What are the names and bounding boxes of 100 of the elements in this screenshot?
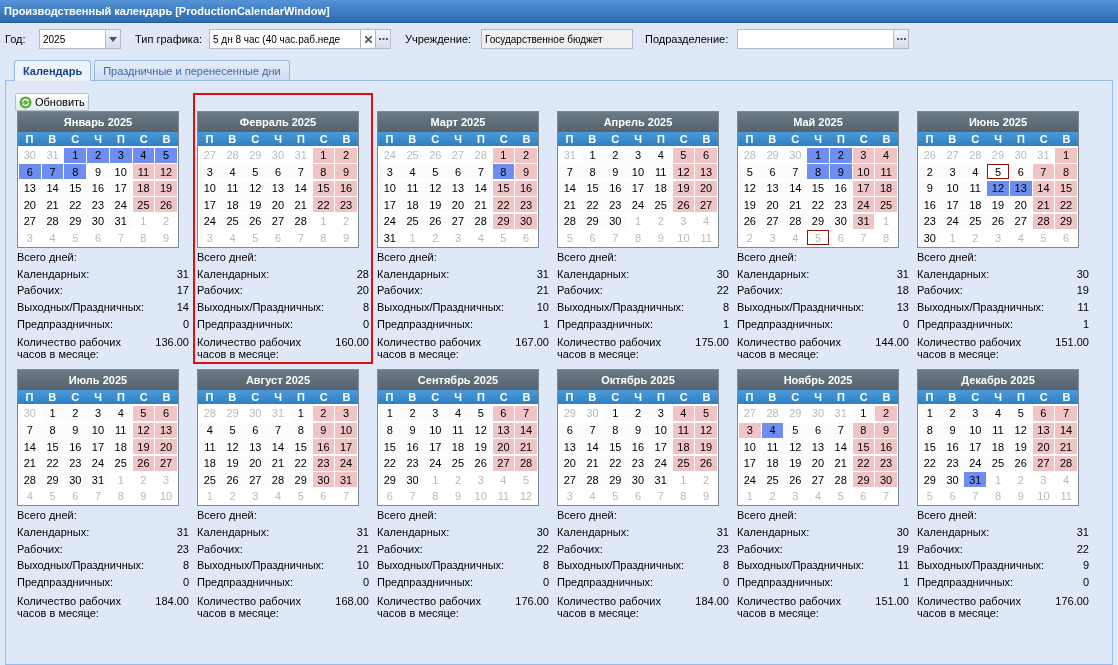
day-cell[interactable]: 4 bbox=[875, 147, 897, 163]
day-cell[interactable]: 20 bbox=[267, 197, 289, 213]
day-cell[interactable]: 29 bbox=[919, 472, 941, 488]
day-cell[interactable]: 22 bbox=[41, 455, 64, 471]
day-cell[interactable]: 17 bbox=[964, 439, 987, 455]
day-cell[interactable]: 6 bbox=[761, 164, 784, 180]
day-cell[interactable]: 6 bbox=[19, 164, 41, 180]
day-cell[interactable]: 17 bbox=[199, 197, 221, 213]
day-cell[interactable]: 15 bbox=[379, 439, 401, 455]
day-cell[interactable]: 28 bbox=[19, 472, 41, 488]
day-cell[interactable]: 15 bbox=[289, 439, 312, 455]
day-cell[interactable]: 31 bbox=[379, 230, 401, 246]
day-cell[interactable]: 20 bbox=[807, 455, 829, 471]
day-cell[interactable]: 16 bbox=[829, 180, 852, 196]
day-cell[interactable]: 26 bbox=[672, 197, 695, 213]
day-cell[interactable]: 10 bbox=[941, 180, 964, 196]
day-cell[interactable]: 21 bbox=[41, 197, 64, 213]
day-cell[interactable]: 18 bbox=[132, 180, 155, 196]
day-cell[interactable]: 12 bbox=[784, 439, 807, 455]
day-cell[interactable]: 12 bbox=[672, 164, 695, 180]
day-cell[interactable]: 31 bbox=[335, 472, 357, 488]
day-cell[interactable]: 8 bbox=[492, 164, 515, 180]
day-cell[interactable]: 3 bbox=[199, 164, 221, 180]
day-cell[interactable]: 3 bbox=[424, 405, 447, 421]
day-cell[interactable]: 17 bbox=[109, 180, 132, 196]
day-cell[interactable]: 14 bbox=[469, 180, 492, 196]
day-cell[interactable]: 5 bbox=[132, 405, 155, 421]
day-cell[interactable]: 15 bbox=[312, 180, 335, 196]
day-cell[interactable]: 17 bbox=[941, 197, 964, 213]
day-cell[interactable]: 25 bbox=[964, 213, 987, 229]
day-cell[interactable]: 17 bbox=[739, 455, 761, 471]
day-cell[interactable]: 12 bbox=[695, 422, 717, 438]
day-cell[interactable]: 11 bbox=[649, 164, 672, 180]
day-cell[interactable]: 15 bbox=[581, 180, 604, 196]
day-cell[interactable]: 3 bbox=[335, 405, 357, 421]
lookup-button[interactable] bbox=[376, 29, 391, 49]
day-cell[interactable]: 18 bbox=[672, 439, 695, 455]
clear-button[interactable] bbox=[361, 29, 376, 49]
day-cell[interactable]: 15 bbox=[492, 180, 515, 196]
day-cell[interactable]: 20 bbox=[559, 455, 581, 471]
day-cell[interactable]: 24 bbox=[109, 197, 132, 213]
day-cell[interactable]: 23 bbox=[829, 197, 852, 213]
day-cell[interactable]: 7 bbox=[784, 164, 807, 180]
day-cell[interactable]: 29 bbox=[379, 472, 401, 488]
day-cell[interactable]: 19 bbox=[132, 439, 155, 455]
day-cell[interactable]: 8 bbox=[581, 164, 604, 180]
day-cell[interactable]: 9 bbox=[515, 164, 537, 180]
day-cell[interactable]: 10 bbox=[87, 422, 109, 438]
day-cell[interactable]: 9 bbox=[335, 164, 357, 180]
day-cell[interactable]: 2 bbox=[401, 405, 424, 421]
day-cell[interactable]: 13 bbox=[761, 180, 784, 196]
day-cell[interactable]: 2 bbox=[604, 147, 627, 163]
day-cell[interactable]: 5 bbox=[672, 147, 695, 163]
day-cell[interactable]: 24 bbox=[199, 213, 221, 229]
day-cell[interactable]: 21 bbox=[289, 197, 312, 213]
day-cell[interactable]: 19 bbox=[424, 197, 447, 213]
day-cell[interactable]: 23 bbox=[919, 213, 941, 229]
day-cell[interactable]: 22 bbox=[1055, 197, 1077, 213]
day-cell[interactable]: 21 bbox=[1032, 197, 1055, 213]
day-cell[interactable]: 20 bbox=[1009, 197, 1032, 213]
day-cell[interactable]: 28 bbox=[41, 213, 64, 229]
day-cell[interactable]: 15 bbox=[852, 439, 875, 455]
day-cell[interactable]: 19 bbox=[672, 180, 695, 196]
day-cell[interactable]: 24 bbox=[379, 213, 401, 229]
day-cell[interactable]: 1 bbox=[289, 405, 312, 421]
day-cell[interactable]: 25 bbox=[109, 455, 132, 471]
day-cell[interactable]: 21 bbox=[469, 197, 492, 213]
day-cell[interactable]: 4 bbox=[761, 422, 784, 438]
day-cell[interactable]: 10 bbox=[739, 439, 761, 455]
day-cell[interactable]: 19 bbox=[155, 180, 177, 196]
day-cell[interactable]: 14 bbox=[829, 439, 852, 455]
day-cell[interactable]: 23 bbox=[312, 455, 335, 471]
day-cell[interactable]: 9 bbox=[941, 422, 964, 438]
day-cell[interactable]: 21 bbox=[19, 455, 41, 471]
day-cell[interactable]: 4 bbox=[672, 405, 695, 421]
day-cell[interactable]: 27 bbox=[155, 455, 177, 471]
day-cell[interactable]: 22 bbox=[807, 197, 829, 213]
day-cell[interactable]: 14 bbox=[1032, 180, 1055, 196]
day-cell[interactable]: 30 bbox=[515, 213, 537, 229]
day-cell[interactable]: 1 bbox=[379, 405, 401, 421]
day-cell[interactable]: 4 bbox=[964, 164, 987, 180]
day-cell[interactable]: 5 bbox=[221, 422, 244, 438]
day-cell[interactable]: 26 bbox=[1009, 455, 1032, 471]
day-cell[interactable]: 9 bbox=[604, 164, 627, 180]
day-cell[interactable]: 23 bbox=[401, 455, 424, 471]
day-cell[interactable]: 24 bbox=[941, 213, 964, 229]
day-cell[interactable]: 27 bbox=[559, 472, 581, 488]
day-cell[interactable]: 15 bbox=[807, 180, 829, 196]
day-cell[interactable]: 7 bbox=[267, 422, 289, 438]
day-cell[interactable]: 30 bbox=[875, 472, 897, 488]
day-cell[interactable]: 10 bbox=[852, 164, 875, 180]
day-cell[interactable]: 13 bbox=[559, 439, 581, 455]
day-cell[interactable]: 20 bbox=[695, 180, 717, 196]
day-cell[interactable]: 18 bbox=[875, 180, 897, 196]
day-cell[interactable]: 7 bbox=[515, 405, 537, 421]
day-cell[interactable]: 8 bbox=[604, 422, 627, 438]
day-cell[interactable]: 26 bbox=[221, 472, 244, 488]
day-cell[interactable]: 3 bbox=[941, 164, 964, 180]
day-cell[interactable]: 28 bbox=[515, 455, 537, 471]
day-cell[interactable]: 28 bbox=[559, 213, 581, 229]
